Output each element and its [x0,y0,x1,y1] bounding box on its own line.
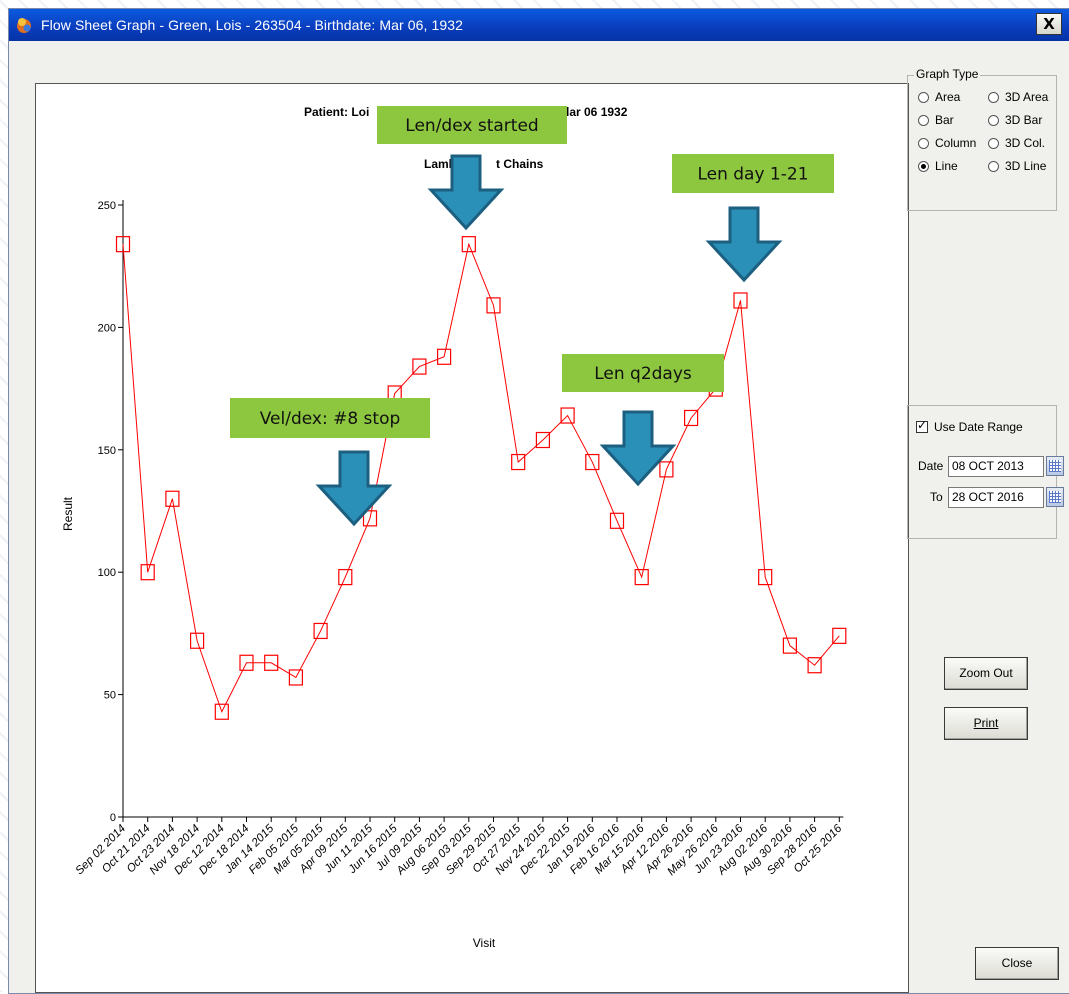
annotation-text: Len day 1-21 [697,165,808,185]
graph-type-legend: Graph Type [914,67,981,81]
graph-type-radio-3d-area[interactable]: 3D Area [988,90,1048,104]
radio-dot[interactable] [918,137,929,149]
app-icon [17,18,31,33]
series-line [122,242,840,714]
radio-label: Area [935,90,961,104]
use-date-range-label: Use Date Range [934,420,1023,434]
graph-type-radio-3d-col[interactable]: 3D Col. [988,136,1045,150]
arrow-len-q2days-icon [599,410,677,487]
checkbox-box[interactable] [916,418,928,433]
close-window-button[interactable]: X [1036,13,1062,35]
annotation-text: Len/dex started [405,116,538,136]
radio-dot[interactable] [918,160,929,172]
radio-dot[interactable] [988,114,999,126]
graph-type-radio-bar[interactable]: Bar [918,113,954,127]
radio-label: 3D Bar [1005,113,1043,127]
chart-subtitle-right: t Chains [496,157,544,171]
radio-label: 3D Area [1005,90,1049,104]
chart-title-right: lar 06 1932 [566,105,628,119]
radio-label: Line [935,159,958,173]
radio-dot[interactable] [988,160,999,172]
radio-label: 3D Line [1005,159,1047,173]
x-axis-label: Visit [473,936,496,950]
chart-panel: 0 50 100 150 200 250 Sep 02 2014 Oct 21 2014 Oct… [35,83,909,993]
y-tick-label: 100 [98,567,116,579]
radio-dot[interactable] [988,137,999,149]
radio-dot[interactable] [918,114,929,126]
calendar-from-icon[interactable] [1046,456,1064,476]
close-button[interactable]: Close [975,947,1059,980]
date-label: Date [918,459,944,473]
graph-type-radio-area[interactable]: Area [918,90,960,104]
radio-dot[interactable] [918,91,929,103]
date-to-field[interactable]: 28 OCT 2016 [948,487,1044,508]
y-tick-label: 150 [98,445,116,457]
line-chart: 050100150200250Sep 02 2014Oct 21 2014Oct… [61,105,847,950]
graph-type-radio-3d-line[interactable]: 3D Line [988,159,1046,173]
arrow-len-day-icon [705,206,783,283]
date-range-group: Use Date Range Date 08 OCT 2013 To 28 OC… [907,405,1064,539]
to-label: To [930,490,943,504]
graph-type-radio-3d-bar[interactable]: 3D Bar [988,113,1042,127]
flow-sheet-graph-window: Flow Sheet Graph - Green, Lois - 263504 … [8,8,1069,994]
title-bar[interactable]: Flow Sheet Graph - Green, Lois - 263504 … [9,9,1069,41]
y-tick-label: 250 [98,200,116,212]
y-tick-label: 0 [110,812,116,824]
radio-label: Column [935,136,977,150]
window-title: Flow Sheet Graph - Green, Lois - 263504 … [41,17,464,33]
annotation-text: Vel/dex: #8 stop [260,409,401,429]
annotation-text: Len q2days [594,364,692,384]
radio-dot[interactable] [988,91,999,103]
arrow-vel-dex-icon [315,450,393,527]
calendar-to-icon[interactable] [1046,487,1064,507]
graph-type-radio-column[interactable]: Column [918,136,976,150]
use-date-range-checkbox[interactable]: Use Date Range [916,418,1023,434]
radio-label: 3D Col. [1005,136,1046,150]
graph-type-radio-line[interactable]: Line [918,159,958,173]
graph-type-group: Graph Type Area 3D Area Bar 3D Bar Column 3D … [907,67,1057,211]
y-axis-label: Result [61,496,75,531]
y-tick-label: 50 [104,690,116,702]
print-button[interactable]: Print [944,707,1028,740]
chart-title-left: Patient: Loi [304,105,369,119]
radio-label: Bar [935,113,954,127]
date-from-field[interactable]: 08 OCT 2013 [948,456,1044,477]
zoom-out-button[interactable]: Zoom Out [944,657,1028,690]
y-tick-label: 200 [98,322,116,334]
